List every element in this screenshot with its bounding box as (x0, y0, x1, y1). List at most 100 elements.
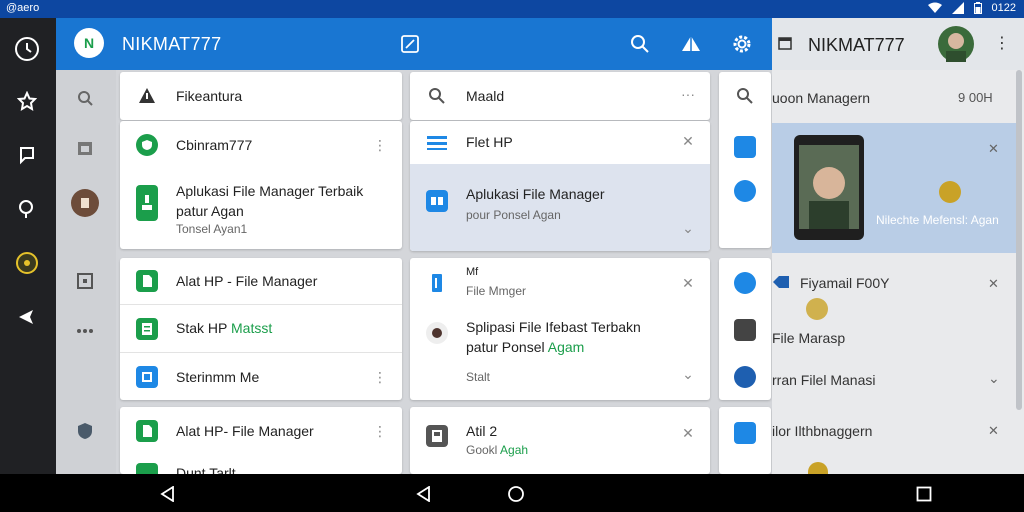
search-row[interactable]: Fikeantura (120, 72, 402, 120)
chevron-down-icon[interactable]: ⌄ (988, 370, 1000, 387)
settings-icon[interactable] (730, 32, 754, 56)
phone-image (794, 135, 864, 240)
card2-row3: Sterinmm Me (176, 369, 260, 385)
status-time: 0122 (991, 2, 1016, 14)
mid-card2-row2-line2-b: Agam (547, 339, 585, 355)
more-vertical-icon[interactable]: ⋮ (372, 423, 388, 439)
recents-icon[interactable] (916, 486, 932, 502)
file-icon[interactable] (734, 136, 756, 158)
mid-card3-line2-b: Agah (500, 443, 529, 457)
narrow-card-1 (719, 72, 771, 248)
home-icon[interactable] (507, 485, 525, 503)
system-nav-bar (0, 474, 1024, 512)
right-image-caption: Nilechte Mefensl: Agan (876, 213, 999, 227)
search-icon[interactable] (12, 194, 42, 224)
square-icon[interactable] (74, 270, 96, 292)
search-icon[interactable] (628, 32, 652, 56)
square-icon (136, 366, 158, 388)
chevron-down-icon[interactable]: ⌄ (680, 220, 696, 236)
document-icon[interactable] (734, 180, 756, 202)
navigation-icon[interactable] (734, 366, 756, 388)
file-card-3[interactable]: Alat HP- File Manager ⋮ Dunt Tarlt (120, 407, 402, 474)
drive-icon[interactable] (679, 32, 703, 56)
close-icon[interactable]: ✕ (988, 141, 999, 157)
navigation-rail (0, 18, 56, 499)
search-icon (426, 85, 448, 107)
star-icon[interactable] (12, 86, 42, 116)
mid-card3-line2-a: Gookl (466, 443, 498, 457)
share-icon[interactable] (12, 302, 42, 332)
warning-icon (136, 85, 158, 107)
app-bar: N NIKMAT777 (56, 18, 772, 70)
status-left-text: @aero (6, 2, 40, 14)
close-icon[interactable]: ✕ (988, 276, 999, 292)
coin-icon (939, 181, 961, 203)
edit-icon[interactable] (398, 32, 422, 56)
calendar-icon[interactable] (74, 137, 96, 159)
calendar-icon[interactable] (778, 36, 792, 50)
card1-row1: Cbinram777 (176, 137, 253, 153)
card1-row2-line2: patur Agan (176, 203, 244, 219)
chat-icon[interactable] (12, 140, 42, 170)
selected-item[interactable]: Aplukasi File Manager pour Ponsel Agan ⌄ (410, 164, 710, 251)
coin-icon[interactable] (12, 248, 42, 278)
close-icon[interactable]: ✕ (680, 425, 696, 441)
right-row6-label: ilor Ilthbnaggern (772, 423, 873, 439)
close-icon[interactable]: ✕ (680, 133, 696, 149)
card2-row2-b: Matsst (231, 320, 273, 336)
close-icon[interactable]: ✕ (680, 275, 696, 291)
chevron-down-icon[interactable]: ⌄ (680, 366, 696, 382)
mid-search-row[interactable]: Maald ··· (410, 72, 710, 120)
mid-card3-line1: Atil 2 (466, 423, 498, 439)
close-icon[interactable]: ✕ (988, 423, 999, 439)
search-icon[interactable] (734, 85, 756, 107)
app-icon[interactable] (734, 272, 756, 294)
right-row-4[interactable]: File Marasp (772, 318, 1016, 358)
search-row-label: Fikeantura (176, 88, 243, 104)
more-horizontal-icon[interactable]: ··· (680, 86, 696, 102)
coin-icon (806, 298, 828, 320)
file-icon (136, 420, 158, 442)
right-row-3[interactable]: Fiyamail F00Y ✕ (772, 258, 1016, 320)
mid-card2-row2-line1: Splipasi File Ifebast Terbakn (466, 319, 641, 335)
right-row-6[interactable]: ilor Ilthbnaggern ✕ (772, 410, 1016, 452)
signal-icon (951, 2, 964, 14)
avatar[interactable] (71, 189, 99, 217)
card3-row1: Alat HP- File Manager (176, 423, 314, 439)
app-title: NIKMAT777 (122, 34, 222, 54)
archive-icon (426, 425, 448, 447)
file-card-2[interactable]: Alat HP - File Manager Stak HP Matsst St… (120, 258, 402, 400)
card2-row1: Alat HP - File Manager (176, 273, 318, 289)
right-panel-header: NIKMAT777 ⋮ (772, 18, 1024, 70)
app-logo: N (74, 28, 104, 58)
shield-icon (136, 134, 158, 156)
mid-card2-row3: Stalt (466, 370, 491, 384)
more-vertical-icon[interactable]: ⋮ (994, 33, 1010, 53)
avatar[interactable] (938, 26, 974, 62)
more-vertical-icon[interactable]: ⋮ (372, 137, 388, 153)
file-icon[interactable] (734, 422, 756, 444)
mid-card2-line2: File Mmger (466, 284, 527, 298)
more-vertical-icon[interactable]: ⋮ (372, 369, 388, 385)
timer-icon[interactable] (12, 34, 42, 64)
right-row-5[interactable]: rran Filel Manasi ⌄ (772, 360, 1016, 400)
file-icon (426, 272, 448, 294)
back-icon[interactable] (160, 486, 176, 502)
card1-row2-line1: Aplukasi File Manager Terbaik (176, 183, 364, 199)
more-horizontal-icon[interactable] (74, 320, 96, 342)
scrollbar[interactable] (1016, 70, 1022, 410)
back-icon[interactable] (416, 486, 432, 502)
right-row3-label: Fiyamail F00Y (800, 275, 890, 291)
mid-card-3[interactable]: Atil 2 Gookl Agah ✕ (410, 407, 710, 474)
mid-card-1[interactable]: Flet HP ✕ Aplukasi File Manager pour Pon… (410, 121, 710, 251)
right-row-1[interactable]: uoon Managern 9 00H (772, 70, 1024, 122)
file-card-1[interactable]: Cbinram777 ⋮ Aplukasi File Manager Terba… (120, 121, 402, 249)
right-image-card[interactable]: Nilechte Mefensl: Agan ✕ (772, 123, 1016, 253)
document-icon (136, 318, 158, 340)
chat-icon[interactable] (734, 319, 756, 341)
mid-card-2[interactable]: Mf File Mmger ✕ Splipasi File Ifebast Te… (410, 258, 710, 400)
shield-icon[interactable] (74, 420, 96, 442)
search-icon[interactable] (74, 87, 96, 109)
right-row1-value: 9 00H (958, 90, 993, 105)
file-icon (136, 270, 158, 292)
